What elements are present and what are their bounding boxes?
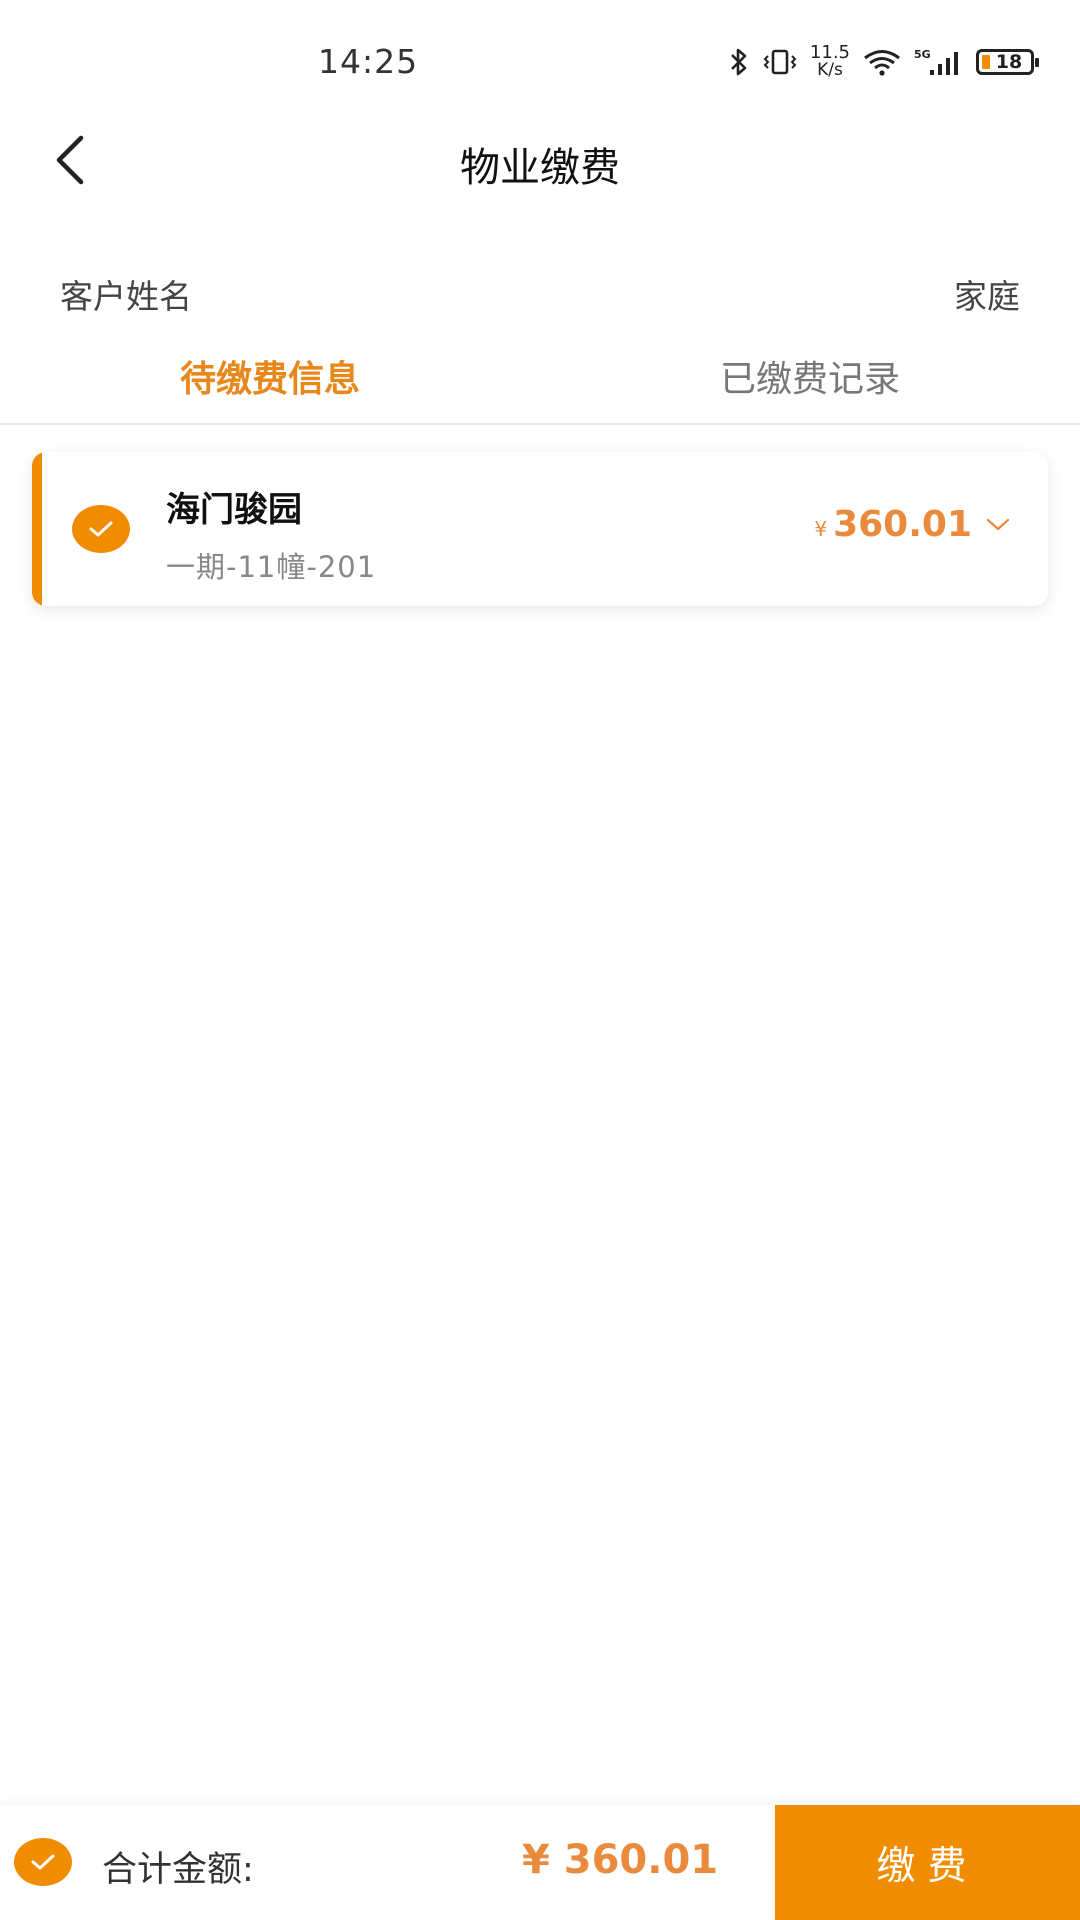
vibrate-icon bbox=[763, 49, 797, 74]
page-title: 物业缴费 bbox=[460, 145, 620, 191]
battery-icon: 18 bbox=[976, 48, 1039, 75]
bill-amount[interactable]: ¥ 360.01 bbox=[814, 504, 1010, 545]
screen: 14:25 11.5 K/s 5G 18 物业缴费 客户姓名 家庭 待缴费信息 … bbox=[0, 0, 1080, 1920]
wifi-icon bbox=[864, 49, 900, 76]
bill-currency-symbol: ¥ bbox=[814, 517, 828, 541]
bill-amount-value: 360.01 bbox=[833, 504, 972, 545]
customer-type-label: 家庭 bbox=[954, 277, 1020, 316]
network-type-label: 5G bbox=[914, 48, 931, 61]
status-time: 14:25 bbox=[318, 42, 419, 81]
tab-bar: 待缴费信息 已缴费记录 bbox=[0, 350, 1080, 425]
select-all-checkbox[interactable] bbox=[14, 1838, 72, 1886]
chevron-down-icon[interactable] bbox=[986, 518, 1010, 532]
bottom-bar: 合计金额: ¥ 360.01 缴费 bbox=[0, 1805, 1080, 1920]
signal-5g-icon: 5G bbox=[914, 48, 958, 75]
status-icons: 11.5 K/s 5G 18 bbox=[728, 44, 1039, 79]
battery-level: 18 bbox=[995, 50, 1023, 73]
network-speed-unit: K/s bbox=[817, 60, 843, 80]
tab-pending-payments[interactable]: 待缴费信息 bbox=[0, 350, 540, 423]
bill-card[interactable]: 海门骏园 一期-11幢-201 ¥ 360.01 bbox=[32, 452, 1048, 606]
bill-select-checkbox[interactable] bbox=[72, 505, 130, 553]
pay-button[interactable]: 缴费 bbox=[775, 1805, 1080, 1920]
nav-bar: 物业缴费 bbox=[0, 115, 1080, 205]
status-bar: 14:25 11.5 K/s 5G 18 bbox=[0, 0, 1080, 130]
bill-community-name: 海门骏园 bbox=[166, 490, 302, 530]
check-icon bbox=[89, 521, 113, 537]
bill-card-accent bbox=[32, 452, 42, 606]
customer-name-label: 客户姓名 bbox=[60, 277, 192, 316]
bluetooth-icon bbox=[731, 48, 747, 75]
total-amount-value: ¥ 360.01 bbox=[522, 1837, 719, 1883]
total-amount-label: 合计金额: bbox=[102, 1850, 254, 1890]
customer-info-row: 客户姓名 家庭 bbox=[60, 270, 1020, 318]
bill-unit-address: 一期-11幢-201 bbox=[166, 550, 377, 584]
tab-payment-history[interactable]: 已缴费记录 bbox=[540, 350, 1080, 423]
network-speed: 11.5 K/s bbox=[810, 44, 850, 79]
check-icon bbox=[31, 1854, 55, 1870]
